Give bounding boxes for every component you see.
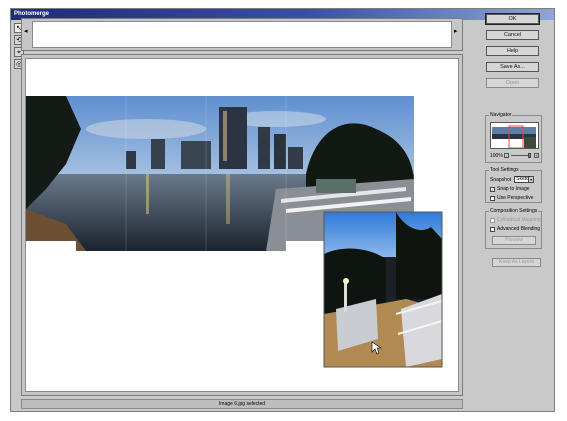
- advanced-blending-label: Advanced Blending: [497, 226, 541, 232]
- status-bar: Image 6.jpg selected: [21, 399, 463, 409]
- help-button[interactable]: Help: [486, 46, 539, 56]
- navigator-group: Navigator 100% - +: [485, 112, 542, 163]
- composition-settings-group: Composition Settings Cylindrical Mapping…: [485, 208, 542, 249]
- open-button[interactable]: Open: [486, 78, 539, 88]
- use-perspective-label: Use Perspective: [497, 195, 534, 201]
- zoom-out-icon[interactable]: -: [504, 153, 509, 158]
- keep-as-layers-button[interactable]: Keep As Layers: [492, 258, 541, 267]
- snap-to-image-checkbox[interactable]: ✓: [490, 186, 495, 192]
- zoom-controls: 100% - +: [490, 153, 540, 159]
- advanced-blending-checkbox[interactable]: [490, 226, 495, 232]
- selected-image-tile[interactable]: [323, 211, 443, 368]
- ok-button[interactable]: OK: [485, 13, 540, 25]
- snapshot-label: Snapshot: [490, 176, 512, 183]
- cancel-button[interactable]: Cancel: [486, 30, 539, 40]
- use-perspective-checkbox[interactable]: [490, 195, 495, 201]
- lightbox-panel: ◂ ▸: [21, 18, 463, 51]
- scroll-right-arrow-icon[interactable]: ▸: [454, 28, 460, 35]
- panorama-composite: [26, 96, 443, 368]
- zoom-in-icon[interactable]: +: [534, 153, 539, 158]
- tool-settings-title: Tool Settings: [489, 167, 520, 173]
- zoom-slider-handle[interactable]: [528, 153, 531, 158]
- snapshot-dropdown[interactable]: Sketch ▾: [514, 176, 535, 183]
- navigator-title: Navigator: [489, 112, 513, 118]
- composition-work-area: [21, 54, 463, 396]
- navigator-thumbnail[interactable]: [490, 122, 539, 149]
- scroll-left-arrow-icon[interactable]: ◂: [24, 28, 30, 35]
- navigator-preview: [491, 123, 538, 148]
- cylindrical-mapping-row[interactable]: Cylindrical Mapping: [490, 217, 541, 223]
- window-title: Photomerge: [14, 11, 50, 17]
- cylindrical-mapping-checkbox[interactable]: [490, 217, 495, 223]
- snapshot-row: Snapshot Sketch ▾: [490, 176, 535, 183]
- lightbox-strip[interactable]: [32, 21, 452, 48]
- preview-button[interactable]: Preview: [492, 236, 536, 245]
- tool-settings-group: Tool Settings Snapshot Sketch ▾ ✓ Snap t…: [485, 167, 542, 203]
- zoom-percentage: 100%: [490, 153, 503, 159]
- cylindrical-mapping-label: Cylindrical Mapping: [497, 217, 541, 223]
- composition-canvas[interactable]: [25, 58, 459, 392]
- composition-settings-title: Composition Settings: [489, 208, 539, 214]
- status-text: Image 6.jpg selected: [218, 401, 266, 407]
- snap-to-image-row[interactable]: ✓ Snap to Image: [490, 186, 530, 192]
- save-as-button[interactable]: Save As...: [486, 62, 539, 72]
- right-control-panel: OK Cancel Help Save As... Open: [482, 13, 542, 94]
- chevron-down-icon: ▾: [528, 177, 534, 182]
- use-perspective-row[interactable]: Use Perspective: [490, 195, 533, 201]
- snap-to-image-label: Snap to Image: [497, 186, 530, 192]
- advanced-blending-row[interactable]: Advanced Blending: [490, 226, 540, 232]
